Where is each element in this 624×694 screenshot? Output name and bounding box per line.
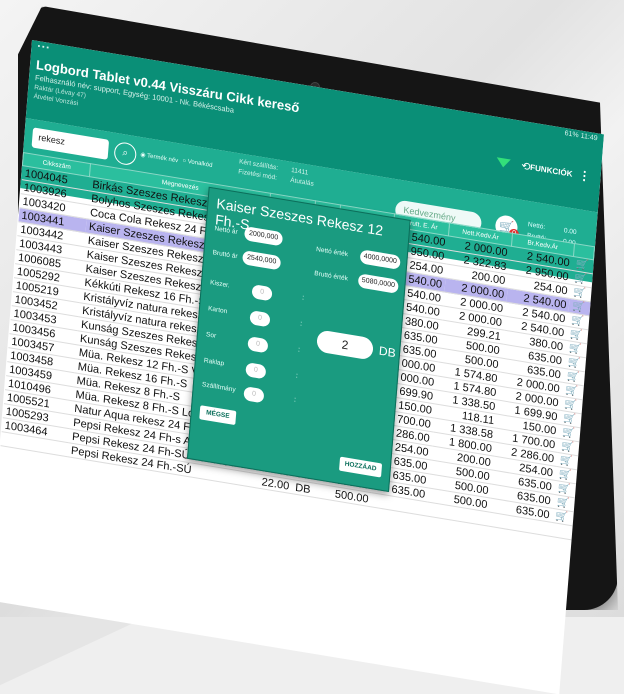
separator: : [301, 294, 305, 302]
battery-level: 61% [564, 129, 579, 140]
add-to-cart-icon[interactable] [550, 522, 573, 540]
clock: 11:49 [580, 132, 598, 143]
separator: : [293, 396, 297, 404]
meta-values: 11411 Átutalás [290, 166, 315, 190]
karton-field[interactable]: 0 [249, 310, 271, 328]
raklap-field[interactable]: 0 [245, 362, 267, 380]
separator: : [299, 320, 303, 328]
sor-label: Sor [205, 331, 217, 340]
brutto-ar-label: Bruttó ár [212, 249, 238, 261]
sor-field[interactable]: 0 [247, 336, 269, 354]
brutto-ertek-field: 5080,0000 [357, 273, 399, 294]
brutto-ertek-label: Bruttó érték [313, 270, 349, 283]
szallitmany-label: Szállítmány [201, 381, 236, 394]
quantity-dialog: Kaiser Szeszes Rekesz 12 Fh.-S Nettó ár … [186, 186, 411, 493]
kiszereles-field[interactable]: 0 [251, 284, 273, 302]
separator: : [295, 372, 299, 380]
more-menu-icon[interactable]: ⋮ [578, 168, 591, 184]
quantity-input[interactable]: 2 [316, 329, 374, 361]
app-screen: ▪ ▪ ▪ 61% 11:49 Logbord Tablet v0.44 Vis… [0, 40, 604, 694]
szallitmany-field[interactable]: 0 [243, 386, 265, 404]
status-left: ▪ ▪ ▪ [37, 42, 50, 52]
add-button[interactable]: HOZZÁAD [339, 456, 383, 478]
kiszereles-label: Kiszer. [209, 279, 230, 290]
karton-label: Karton [207, 305, 228, 316]
cell-unit: DB [291, 479, 318, 498]
cancel-button[interactable]: MÉGSE [199, 405, 237, 426]
quantity-unit: DB [378, 343, 397, 361]
separator: : [297, 346, 301, 354]
brutto-ar-field[interactable]: 2540,000 [242, 250, 282, 271]
raklap-label: Raklap [203, 357, 225, 368]
